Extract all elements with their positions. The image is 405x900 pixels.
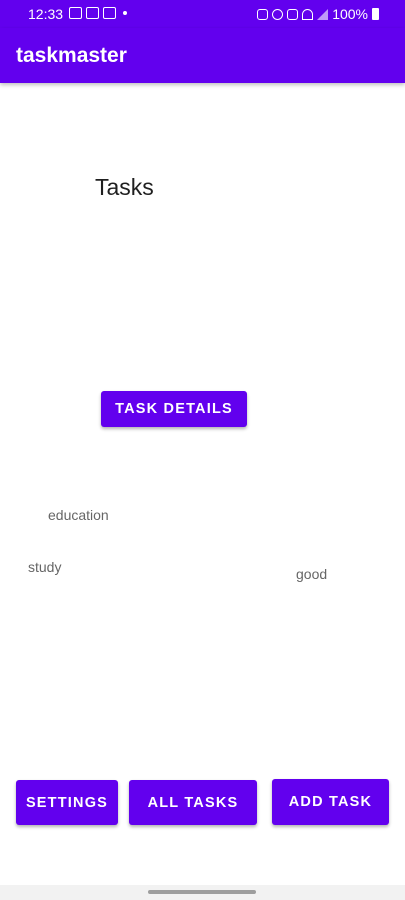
- page-heading: Tasks: [95, 174, 154, 200]
- status-time: 12:33: [28, 6, 64, 22]
- more-notifications-icon: [123, 11, 127, 15]
- cast-icon: [103, 7, 116, 19]
- gallery-icon: [69, 7, 82, 19]
- news-icon: [86, 7, 99, 19]
- battery-percent: 100%: [332, 6, 368, 22]
- lock-icon: [257, 8, 269, 20]
- home-gesture-handle[interactable]: [148, 890, 256, 894]
- mute-icon: [287, 8, 299, 20]
- status-system-icons: 100%: [257, 6, 379, 22]
- alarm-icon: [272, 8, 284, 20]
- app-bar: taskmaster: [0, 28, 405, 83]
- battery-icon: [372, 8, 379, 20]
- status-notification-icons: [69, 7, 127, 19]
- system-navigation-bar: [0, 885, 405, 900]
- task-details-button[interactable]: TASK DETAILS: [101, 391, 247, 427]
- wifi-icon: [302, 8, 314, 20]
- task-item-education[interactable]: education: [48, 507, 109, 523]
- app-title: taskmaster: [16, 44, 127, 67]
- signal-icon: [317, 8, 329, 20]
- task-item-study[interactable]: study: [28, 559, 61, 575]
- task-item-good[interactable]: good: [296, 566, 327, 582]
- all-tasks-button[interactable]: ALL TASKS: [129, 780, 257, 825]
- settings-button[interactable]: SETTINGS: [16, 780, 118, 825]
- add-task-button[interactable]: ADD TASK: [272, 779, 389, 825]
- status-bar: 12:33 100%: [0, 0, 405, 28]
